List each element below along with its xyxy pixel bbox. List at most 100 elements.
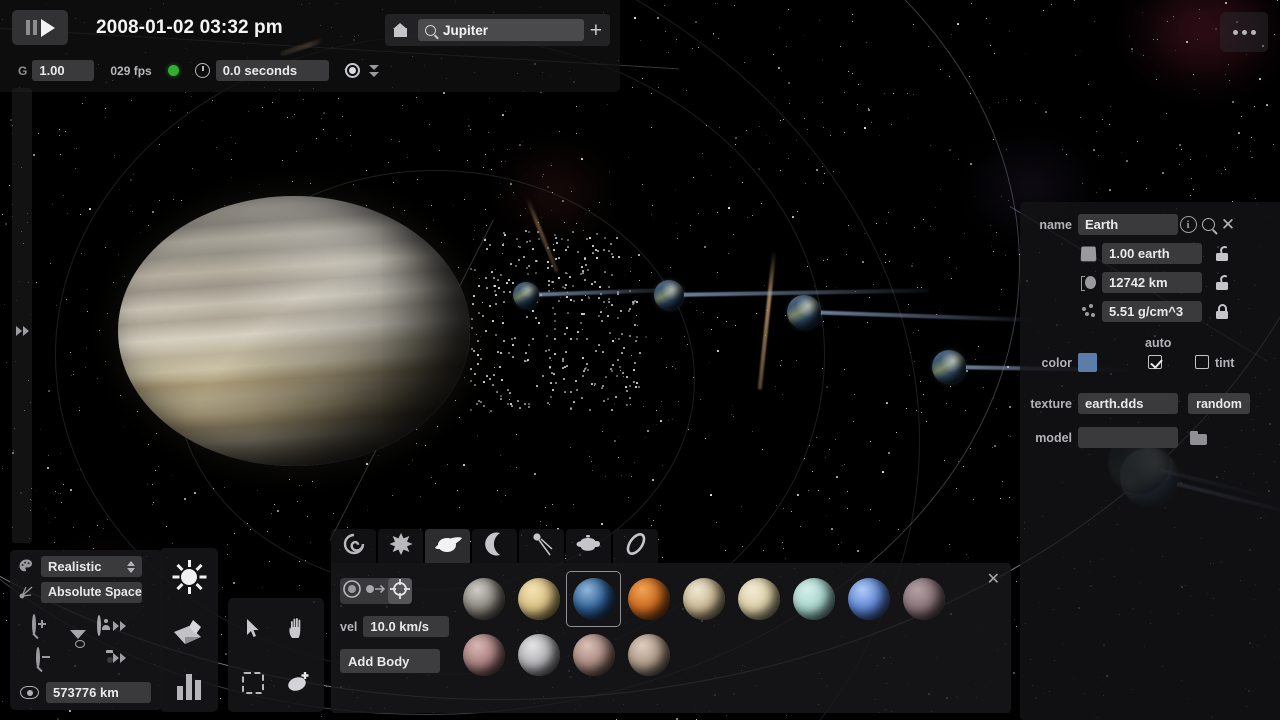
info-button[interactable]: i: [1178, 216, 1198, 233]
tab-planet[interactable]: [425, 529, 470, 563]
pan-hand-icon[interactable]: [288, 617, 307, 639]
mass-input[interactable]: 1.00 earth: [1102, 243, 1202, 264]
body-option-makemake[interactable]: [566, 627, 621, 683]
graph-icon[interactable]: [177, 674, 201, 700]
thumb-jupiter-sphere: [683, 578, 725, 620]
select-cursor-icon[interactable]: [246, 618, 260, 638]
thumb-uranus-sphere: [793, 578, 835, 620]
left-rail[interactable]: [12, 88, 32, 543]
density-lock-button[interactable]: [1212, 304, 1232, 319]
body-option-mars[interactable]: [621, 571, 676, 627]
tab-comet[interactable]: [519, 529, 564, 563]
close-body-picker-icon[interactable]: ✕: [987, 569, 1000, 589]
body-option-jupiter[interactable]: [676, 571, 731, 627]
add-planet-icon[interactable]: [285, 670, 311, 697]
teapot-icon: [574, 533, 604, 560]
simulator-window: 2008-01-02 03:32 pm G 1.00 029 fps 0.0 s…: [0, 0, 1280, 720]
view-mode-row: Realistic: [18, 556, 158, 577]
zoom-out-icon[interactable]: [36, 647, 40, 668]
zoom-in-icon[interactable]: [32, 614, 36, 635]
color-swatch[interactable]: [1078, 353, 1097, 372]
reference-frame-row: Absolute Space +: [18, 582, 158, 603]
fps-counter: 029 fps: [110, 64, 151, 78]
eye-icon: [20, 686, 39, 699]
record-icon[interactable]: [345, 63, 360, 78]
close-properties-button[interactable]: ✕: [1218, 216, 1238, 233]
body-option-pluto[interactable]: [896, 571, 951, 627]
body-option-venus[interactable]: [511, 571, 566, 627]
more-options-button[interactable]: [1220, 12, 1268, 52]
mass-lock-button[interactable]: [1212, 246, 1232, 261]
radius-input[interactable]: 12742 km: [1102, 272, 1202, 293]
follow-fast-forward-icon[interactable]: [113, 621, 126, 631]
lighting-icon[interactable]: [172, 560, 206, 594]
lock-open-icon: [1215, 275, 1230, 290]
gravity-input[interactable]: 1.00: [32, 60, 94, 81]
thumb-neptune-sphere: [848, 578, 890, 620]
play-pause-button[interactable]: [12, 10, 68, 45]
ellipsis-dot: [1242, 30, 1247, 35]
planet-earth-2[interactable]: [654, 280, 684, 310]
body-option-neptune[interactable]: [841, 571, 896, 627]
planet-icon: [433, 533, 463, 560]
info-icon: i: [1180, 216, 1197, 233]
chevron-down-icon[interactable]: [369, 65, 379, 77]
home-icon[interactable]: [393, 23, 408, 37]
view-mode-select[interactable]: Realistic: [41, 556, 142, 577]
play-icon[interactable]: [41, 19, 55, 37]
body-option-earth[interactable]: [566, 571, 621, 627]
random-texture-button[interactable]: random: [1188, 393, 1250, 414]
model-label: model: [1030, 431, 1072, 445]
planet-earth-3[interactable]: [787, 295, 821, 329]
view-mode-value: Realistic: [48, 556, 101, 577]
ellipsis-dot: [1251, 30, 1256, 35]
tab-star[interactable]: [378, 529, 423, 563]
model-input[interactable]: [1078, 427, 1178, 448]
view-distance-value[interactable]: 573776 km: [46, 682, 151, 703]
reference-frame-select[interactable]: Absolute Space +: [41, 582, 142, 603]
body-option-ceres[interactable]: [511, 627, 566, 683]
close-icon: ✕: [1221, 216, 1235, 233]
planet-earth-1[interactable]: [513, 282, 539, 308]
mode-orbit[interactable]: [340, 578, 364, 604]
density-input[interactable]: 5.51 g/cm^3: [1102, 301, 1202, 322]
box-select-icon[interactable]: [242, 672, 264, 694]
pause-icon[interactable]: [26, 20, 37, 35]
paint-tool-icon[interactable]: [171, 618, 207, 650]
body-option-haumea[interactable]: [621, 627, 676, 683]
name-row: name Earth i ✕: [1030, 212, 1268, 237]
follow-body-icon[interactable]: [97, 615, 101, 636]
tab-ring[interactable]: [613, 529, 658, 563]
search-bar: Jupiter +: [385, 14, 610, 46]
radius-lock-button[interactable]: [1212, 275, 1232, 290]
tab-galaxy[interactable]: [331, 529, 376, 563]
browse-model-button[interactable]: [1188, 431, 1208, 445]
velocity-input[interactable]: 10.0 km/s: [363, 616, 449, 637]
add-body-button[interactable]: Add Body: [340, 649, 440, 673]
texture-input[interactable]: earth.dds: [1078, 393, 1178, 414]
search-input[interactable]: Jupiter: [418, 19, 584, 41]
mode-velocity[interactable]: [364, 578, 388, 604]
stepper-icon[interactable]: [127, 561, 135, 573]
body-option-saturn[interactable]: [731, 571, 786, 627]
tab-moon[interactable]: [472, 529, 517, 563]
expand-sidebar-button[interactable]: [12, 322, 32, 340]
auto-checkbox[interactable]: [1148, 355, 1162, 369]
thumb-eris-sphere: [463, 634, 505, 676]
planet-jupiter[interactable]: [118, 196, 470, 466]
planet-earth-4[interactable]: [932, 350, 966, 384]
timestep-input[interactable]: 0.0 seconds: [216, 60, 329, 81]
name-input[interactable]: Earth: [1078, 214, 1178, 235]
add-tab-button[interactable]: +: [590, 20, 602, 41]
tint-checkbox[interactable]: [1195, 355, 1209, 369]
camera-fast-forward-icon[interactable]: [113, 653, 126, 663]
mode-crosshair[interactable]: [388, 578, 412, 604]
find-body-button[interactable]: [1198, 218, 1218, 231]
tab-teapot[interactable]: [566, 529, 611, 563]
gravity-label: G: [18, 64, 27, 78]
body-option-uranus[interactable]: [786, 571, 841, 627]
placement-mode-toggle: [340, 578, 412, 604]
body-option-eris[interactable]: [456, 627, 511, 683]
search-icon: [1202, 218, 1215, 231]
body-option-mercury[interactable]: [456, 571, 511, 627]
